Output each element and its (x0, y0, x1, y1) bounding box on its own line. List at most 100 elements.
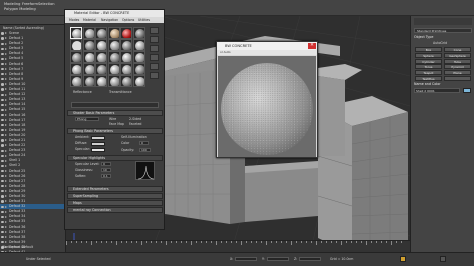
material-name-field[interactable] (71, 102, 159, 108)
material-slot[interactable] (132, 39, 145, 51)
sample-type-button[interactable] (150, 27, 159, 34)
expand-arrow-icon[interactable] (4, 195, 7, 198)
face-map-checkbox[interactable]: Face Map (109, 122, 124, 126)
rollout-extended[interactable]: Extended Parameters (67, 186, 163, 192)
faceted-checkbox[interactable]: Faceted (129, 122, 141, 126)
expand-arrow-icon[interactable] (4, 236, 7, 239)
rollout-maps[interactable]: Maps (67, 200, 163, 206)
material-slot[interactable] (95, 63, 107, 75)
expand-arrow-icon[interactable] (4, 169, 7, 172)
zoom-icon[interactable] (440, 256, 446, 262)
menu-modes[interactable]: Modes (69, 17, 79, 23)
expand-arrow-icon[interactable] (4, 32, 7, 35)
expand-arrow-icon[interactable] (4, 93, 7, 96)
specular-swatch[interactable] (91, 148, 105, 152)
backlight-button[interactable] (150, 36, 159, 43)
object-name-input[interactable]: Shell 2 0001 (414, 88, 460, 93)
video-check-button[interactable] (150, 63, 159, 70)
opacity-spinner[interactable]: 100 (139, 148, 151, 152)
name-color-header[interactable]: Name and Color (414, 82, 472, 87)
expand-arrow-icon[interactable] (4, 210, 7, 213)
object-type-button[interactable]: Teapot (415, 70, 442, 76)
expand-arrow-icon[interactable] (4, 68, 7, 71)
expand-arrow-icon[interactable] (4, 164, 7, 167)
spec-level-spinner[interactable]: 0 (101, 162, 111, 166)
material-slot[interactable] (70, 51, 82, 63)
expand-arrow-icon[interactable] (4, 215, 7, 218)
material-slot[interactable] (95, 75, 107, 87)
material-slot[interactable] (82, 75, 95, 87)
rollout-mental-ray[interactable]: mental ray Connection (67, 207, 163, 213)
expand-arrow-icon[interactable] (4, 231, 7, 234)
ambient-swatch[interactable] (91, 136, 105, 140)
expand-arrow-icon[interactable] (4, 205, 7, 208)
close-icon[interactable]: ✕ (308, 43, 316, 49)
rollout-supersampling[interactable]: SuperSampling (67, 193, 163, 199)
menu-material[interactable]: Material (83, 17, 96, 23)
object-type-button[interactable]: Plane (444, 70, 471, 76)
expand-arrow-icon[interactable] (4, 73, 7, 76)
material-slot[interactable] (70, 63, 82, 75)
material-slot[interactable] (107, 63, 120, 75)
play-icon[interactable] (400, 256, 406, 262)
autogrid-checkbox[interactable]: AutoGrid (433, 41, 447, 45)
expand-arrow-icon[interactable] (4, 144, 7, 147)
scene-explorer-header[interactable]: Name (Sorted Ascending) (3, 26, 44, 30)
material-slot[interactable] (82, 51, 95, 63)
expand-arrow-icon[interactable] (4, 98, 7, 101)
material-slot[interactable] (120, 51, 132, 63)
shader-type-select[interactable]: Phong (75, 117, 99, 121)
preview-auto-toggle[interactable]: ol Auto (217, 50, 317, 55)
rollout-specular-highlights[interactable]: Specular Highlights (67, 155, 163, 161)
ribbon-tab-selection[interactable]: Selection (38, 1, 55, 7)
expand-arrow-icon[interactable] (4, 134, 7, 137)
expand-arrow-icon[interactable] (4, 225, 7, 228)
material-slot[interactable] (82, 27, 95, 39)
expand-arrow-icon[interactable] (4, 108, 7, 111)
menu-utilities[interactable]: Utilities (138, 17, 150, 23)
background-button[interactable] (150, 45, 159, 52)
ribbon-tab-freeform[interactable]: Freeform (22, 1, 38, 7)
rollout-shader-basic[interactable]: Shader Basic Parameters (67, 110, 163, 116)
primitive-type-select[interactable]: Standard Primitives (414, 28, 472, 33)
material-slot[interactable] (120, 75, 132, 87)
rollout-phong-basic[interactable]: Phong Basic Parameters (67, 128, 163, 134)
object-type-button[interactable]: Pyramid (444, 64, 471, 70)
object-type-button[interactable]: Torus (415, 64, 442, 70)
material-slot[interactable] (132, 27, 145, 39)
material-slot[interactable] (132, 63, 145, 75)
menu-options[interactable]: Options (122, 17, 134, 23)
command-panel-tabs[interactable] (414, 18, 472, 25)
expand-arrow-icon[interactable] (4, 52, 7, 55)
material-slot[interactable] (132, 51, 145, 63)
expand-arrow-icon[interactable] (4, 78, 7, 81)
expand-arrow-icon[interactable] (4, 139, 7, 142)
material-slot[interactable] (107, 51, 120, 63)
object-type-button[interactable]: Tube (444, 58, 471, 64)
expand-arrow-icon[interactable] (4, 200, 7, 203)
expand-arrow-icon[interactable] (4, 47, 7, 50)
material-slot[interactable] (82, 63, 95, 75)
expand-arrow-icon[interactable] (4, 118, 7, 121)
coord-y-field[interactable] (267, 257, 289, 261)
material-slot[interactable] (107, 75, 120, 87)
expand-arrow-icon[interactable] (4, 159, 7, 162)
material-slot[interactable] (120, 39, 132, 51)
coord-z-field[interactable] (299, 257, 321, 261)
expand-arrow-icon[interactable] (4, 241, 7, 244)
two-sided-checkbox[interactable]: 2-Sided (129, 117, 141, 121)
make-preview-button[interactable] (150, 72, 159, 79)
expand-arrow-icon[interactable] (4, 154, 7, 157)
material-slot[interactable] (70, 39, 82, 51)
timeline-ruler[interactable] (66, 240, 410, 252)
object-color-swatch[interactable] (463, 88, 471, 93)
expand-arrow-icon[interactable] (4, 124, 7, 127)
expand-arrow-icon[interactable] (4, 83, 7, 86)
expand-arrow-icon[interactable] (4, 220, 7, 223)
material-slot[interactable] (107, 27, 120, 39)
expand-arrow-icon[interactable] (4, 37, 7, 40)
wire-checkbox[interactable]: Wire (109, 117, 116, 121)
object-type-header[interactable]: Object Type (414, 35, 472, 40)
expand-arrow-icon[interactable] (4, 190, 7, 193)
material-slot[interactable] (82, 39, 95, 51)
